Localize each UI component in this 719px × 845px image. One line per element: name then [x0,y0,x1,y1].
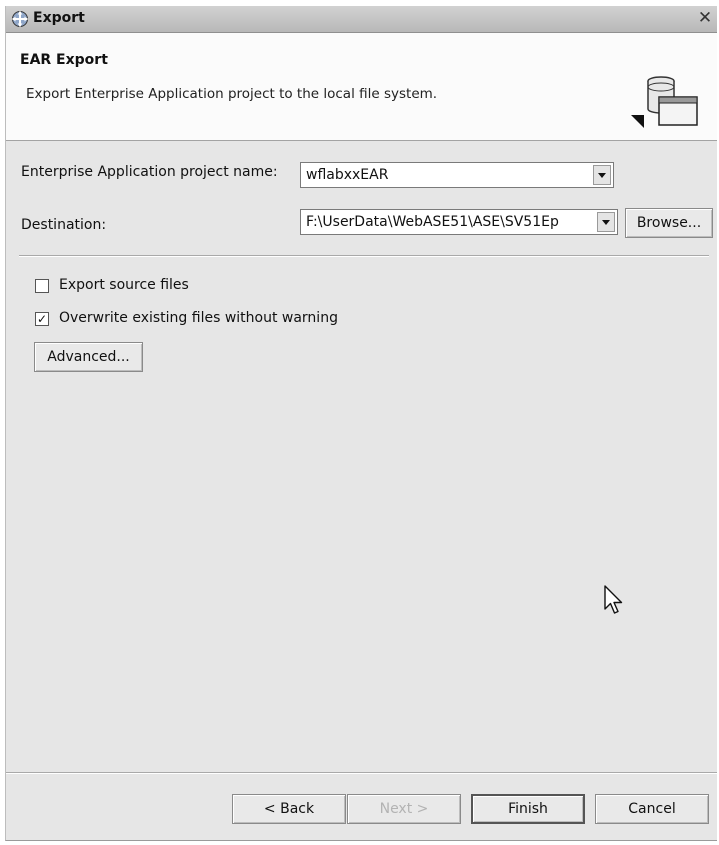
export-source-checkbox[interactable] [35,279,49,293]
title-bar[interactable]: Export ✕ [6,6,717,33]
mouse-pointer-icon [604,585,623,614]
separator [19,255,709,257]
project-name-value: wflabxxEAR [306,167,389,183]
export-source-label: Export source files [59,277,189,293]
close-button[interactable]: ✕ [696,9,714,27]
chevron-down-icon[interactable] [597,212,615,232]
wizard-header: EAR Export Export Enterprise Application… [6,33,717,141]
back-button[interactable]: < Back [232,794,346,824]
ear-export-wizard-icon [631,76,698,128]
close-icon: ✕ [697,8,713,28]
wizard-description: Export Enterprise Application project to… [26,86,438,102]
browse-button[interactable]: Browse... [625,208,713,238]
next-button[interactable]: Next > [347,794,461,824]
project-name-label: Enterprise Application project name: [21,164,278,180]
footer-separator [6,772,717,774]
finish-button[interactable]: Finish [471,794,585,824]
project-name-combo[interactable]: wflabxxEAR [300,162,614,188]
export-dialog: Export ✕ EAR Export Export Enterprise Ap… [5,6,717,841]
overwrite-label: Overwrite existing files without warning [59,310,338,326]
dialog-title: Export [33,10,85,26]
chevron-down-icon[interactable] [593,165,611,185]
overwrite-checkbox[interactable]: ✓ [35,312,49,326]
destination-label: Destination: [21,217,107,233]
destination-combo[interactable]: F:\UserData\WebASE51\ASE\SV51Ep [300,209,618,235]
export-globe-icon [12,11,28,27]
advanced-button[interactable]: Advanced... [34,342,143,372]
destination-value: F:\UserData\WebASE51\ASE\SV51Ep [306,214,559,230]
cancel-button[interactable]: Cancel [595,794,709,824]
wizard-title: EAR Export [20,52,108,68]
